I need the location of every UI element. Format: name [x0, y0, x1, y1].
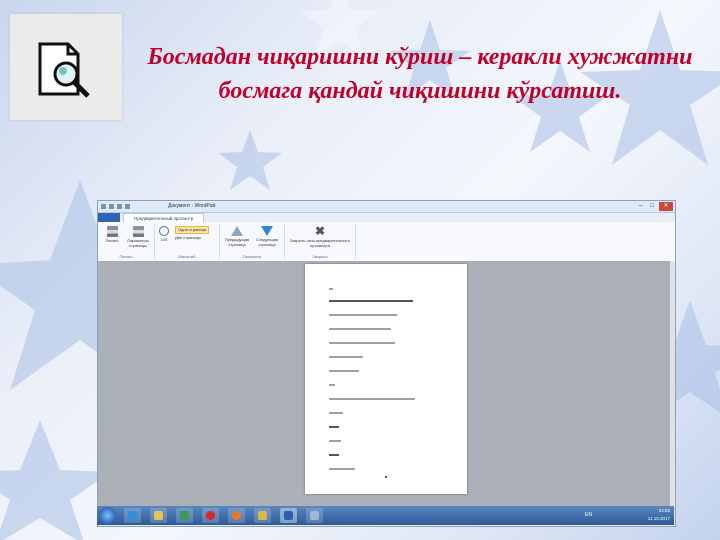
page-line [329, 288, 333, 290]
ribbon-group-preview: Предыдущая страница Следующая страница П… [220, 224, 285, 259]
ribbon-group-close: ✖ Закрыть окно предварительного просмотр… [285, 224, 356, 259]
close-icon: ✖ [314, 224, 326, 238]
window-controls: – □ ✕ [636, 202, 673, 211]
preview-canvas[interactable] [98, 261, 675, 510]
window-titlebar: Документ - WordPad – □ ✕ [98, 201, 675, 213]
zoom-icon [159, 226, 169, 236]
opera-icon[interactable] [202, 508, 219, 523]
tab-print-preview[interactable]: Предварительный просмотр [123, 213, 205, 222]
page-line [329, 328, 391, 330]
system-tray: EN 22:55 11.10.2017 [585, 507, 670, 523]
page-line [385, 476, 387, 478]
page-setup-label: Параметры страницы [127, 238, 149, 248]
page-line [329, 468, 355, 470]
page-line [329, 412, 343, 414]
print-preview-icon [38, 42, 90, 98]
minimize-button[interactable]: – [636, 202, 646, 211]
page-setup-icon [132, 226, 144, 237]
group-label-zoom: Масштаб [178, 254, 196, 259]
print-button-label: Печать [105, 238, 119, 243]
close-preview-button[interactable]: ✖ Закрыть окно предварительного просмотр… [287, 224, 353, 248]
page-setup-button[interactable]: Параметры страницы [124, 226, 152, 248]
ribbon-group-print: Печать Параметры страницы Печать [98, 224, 155, 259]
group-label-preview: Просмотр [242, 254, 262, 259]
zoom-value: 100 [160, 237, 168, 242]
two-pages-option[interactable]: Две страницы [175, 235, 201, 241]
close-preview-label: Закрыть окно предварительного просмотра [290, 238, 350, 248]
page-line [329, 342, 395, 344]
arrow-down-icon [261, 226, 273, 236]
page-line [329, 356, 363, 358]
close-button[interactable]: ✕ [659, 202, 673, 211]
clock-date[interactable]: 11.10.2017 [648, 515, 670, 523]
page-line [329, 370, 359, 372]
media-player-icon[interactable] [176, 508, 193, 523]
ribbon: Печать Параметры страницы Печать 100 Одн… [98, 222, 675, 262]
firefox-icon[interactable] [228, 508, 245, 523]
group-label-close: Закрыть [312, 254, 328, 259]
file-menu-button[interactable] [98, 213, 120, 222]
previous-page-label: Предыдущая страница [224, 237, 250, 247]
explorer-icon[interactable] [150, 508, 167, 523]
taskbar: EN 22:55 11.10.2017 [97, 506, 674, 525]
start-button[interactable] [99, 507, 116, 524]
print-preview-icon-tile [10, 14, 122, 120]
word-icon[interactable] [280, 508, 297, 523]
paint-icon[interactable] [254, 508, 271, 523]
group-label-print: Печать [119, 254, 133, 259]
language-indicator[interactable]: EN [585, 511, 592, 519]
printer-icon [106, 226, 118, 237]
one-page-option[interactable]: Одна страница [175, 226, 210, 234]
wordpad-window: Документ - WordPad – □ ✕ Предварительный… [97, 200, 676, 527]
preview-page [305, 264, 467, 494]
next-page-label: Следующая страница [255, 237, 279, 247]
ribbon-group-zoom: 100 Одна страница Две страницы Масштаб [155, 224, 220, 259]
page-line [329, 454, 339, 456]
slide-title: Босмадан чиқаришни кўриш – керакли хужжа… [147, 44, 693, 104]
window-title: Документ - WordPad [168, 203, 216, 209]
ribbon-tabs: Предварительный просмотр [98, 213, 675, 222]
next-page-button[interactable]: Следующая страница [252, 226, 282, 247]
page-line [329, 398, 415, 400]
scrollbar[interactable] [670, 261, 675, 510]
page-line [329, 440, 341, 442]
clock-time[interactable]: 22:55 [648, 507, 670, 515]
page-line [329, 300, 413, 302]
previous-page-button[interactable]: Предыдущая страница [222, 226, 252, 247]
remote-desktop-icon[interactable] [306, 508, 323, 523]
page-line [329, 384, 335, 386]
arrow-up-icon [231, 226, 243, 236]
zoom-button[interactable]: 100 [157, 226, 171, 243]
print-button[interactable]: Печать [100, 226, 124, 244]
page-line [329, 426, 339, 428]
page-line [329, 314, 397, 316]
internet-explorer-icon[interactable] [124, 508, 141, 523]
maximize-button[interactable]: □ [647, 202, 657, 211]
quick-access-toolbar[interactable] [101, 203, 151, 210]
